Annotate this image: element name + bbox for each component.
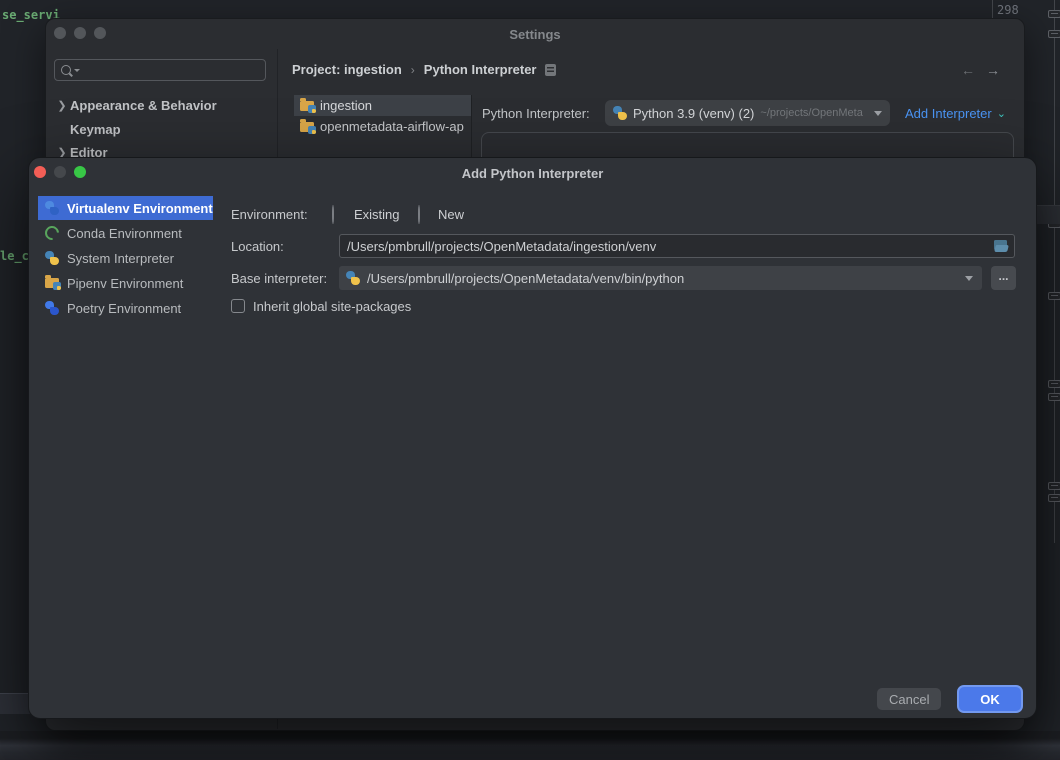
sidebar-item-label: Keymap [70,122,121,137]
location-label: Location: [231,239,284,254]
poetry-icon [45,301,59,315]
radio-new[interactable] [418,205,420,224]
python-icon [613,106,627,120]
editor-line-number: 298 [997,3,1019,17]
editor-fold-line [1054,0,1055,543]
fold-marker-icon[interactable] [1048,494,1060,502]
project-label: ingestion [320,98,372,113]
radio-new-label[interactable]: New [438,207,464,222]
env-type-label: Virtualenv Environment [67,201,213,216]
history-nav [961,62,1000,78]
settings-window-title: Settings [46,27,1024,42]
project-label: openmetadata-airflow-ap [320,119,464,134]
breadcrumb-project[interactable]: Project: ingestion [292,62,402,77]
add-interpreter-dialog: Add Python Interpreter Virtualenv Enviro… [28,157,1037,719]
cancel-button[interactable]: Cancel [877,688,941,710]
env-type-conda[interactable]: Conda Environment [38,221,213,245]
ok-button[interactable]: OK [957,685,1023,713]
chevron-right-icon[interactable] [54,99,70,112]
python-icon [346,271,360,285]
settings-search-box[interactable] [54,59,266,81]
back-arrow-icon[interactable] [961,62,975,78]
dropdown-arrow-icon [965,276,973,281]
env-type-pipenv[interactable]: Pipenv Environment [38,271,213,295]
env-type-label: Pipenv Environment [67,276,183,291]
dialog-title: Add Python Interpreter [29,166,1036,181]
packages-table-edge [481,132,1014,158]
env-type-system[interactable]: System Interpreter [38,246,213,270]
sidebar-item-label: Appearance & Behavior [70,98,217,113]
project-panel-divider [471,95,472,158]
editor-gutter-line [992,0,993,18]
breadcrumb: Project: ingestion › Python Interpreter [292,62,556,77]
conda-icon [42,223,62,243]
base-interpreter-dropdown[interactable]: /Users/pmbrull/projects/OpenMetadata/ven… [339,266,982,290]
breadcrumb-separator: › [411,63,415,77]
interpreter-path: ~/projects/OpenMeta [760,107,868,119]
project-list-item[interactable]: openmetadata-airflow-ap [294,116,471,137]
base-interpreter-label: Base interpreter: [231,271,327,286]
fold-marker-icon[interactable] [1048,393,1060,401]
sidebar-item-appearance[interactable]: Appearance & Behavior [54,94,217,116]
code-fragment-left: le_c [0,249,29,263]
virtualenv-icon [45,201,59,215]
interpreter-label: Python Interpreter: [482,106,590,121]
env-type-label: System Interpreter [67,251,174,266]
forward-arrow-icon[interactable] [986,62,1000,78]
location-field[interactable]: /Users/pmbrull/projects/OpenMetadata/ing… [339,234,1015,258]
fold-marker-icon[interactable] [1048,292,1060,300]
fold-marker-icon[interactable] [1048,482,1060,490]
environment-label: Environment: [231,207,308,222]
radio-existing-label[interactable]: Existing [354,207,400,222]
sidebar-item-keymap[interactable]: Keymap [54,118,121,140]
location-value: /Users/pmbrull/projects/OpenMetadata/ing… [347,239,994,254]
background-bottom-gradient [0,731,1060,760]
python-project-folder-icon [300,122,314,132]
fold-marker-icon[interactable] [1048,10,1060,18]
dropdown-arrow-icon [874,111,882,116]
chevron-down-icon [997,107,1006,120]
add-interpreter-link[interactable]: Add Interpreter [905,106,1006,121]
radio-existing[interactable] [332,205,334,224]
interpreter-dropdown[interactable]: Python 3.9 (venv) (2) ~/projects/OpenMet… [605,100,890,126]
inherit-checkbox-label[interactable]: Inherit global site-packages [253,299,411,314]
env-type-virtualenv[interactable]: Virtualenv Environment [38,196,213,220]
search-icon [61,65,71,75]
python-icon [45,251,59,265]
interpreter-value: Python 3.9 (venv) (2) [633,106,754,121]
python-project-folder-icon [300,101,314,111]
settings-hint-icon[interactable] [545,64,556,76]
project-list-item[interactable]: ingestion [294,95,471,116]
screen: se_servi le_c 298 Settings Appearance & … [0,0,1060,760]
fold-marker-icon[interactable] [1048,380,1060,388]
add-interpreter-label: Add Interpreter [905,106,992,121]
browse-folder-icon[interactable] [994,240,1009,252]
fold-marker-icon[interactable] [1048,30,1060,38]
settings-search-input[interactable] [80,62,259,78]
env-type-label: Poetry Environment [67,301,181,316]
env-type-label: Conda Environment [67,226,182,241]
breadcrumb-page: Python Interpreter [424,62,537,77]
pipenv-folder-icon [45,278,59,288]
browse-more-button[interactable]: ... [991,266,1016,290]
base-interpreter-value: /Users/pmbrull/projects/OpenMetadata/ven… [367,271,958,286]
env-type-poetry[interactable]: Poetry Environment [38,296,213,320]
inherit-checkbox[interactable] [231,299,245,313]
